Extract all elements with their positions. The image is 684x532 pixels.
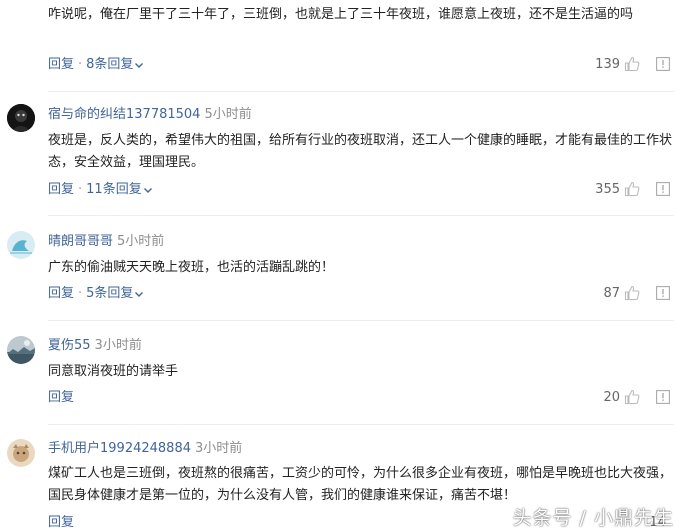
timestamp: 3小时前 [194, 441, 243, 456]
comment-stats: 20 [603, 388, 670, 406]
separator-dot: · [78, 57, 83, 72]
comment-meta: 宿与命的纠结137781504 5小时前 [48, 107, 252, 123]
divider [48, 215, 674, 216]
comment-text: 煤矿工人也是三班倒，夜班熬的很痛苦，工资少的可怜，为什么很多企业有夜班，哪怕是早… [48, 466, 673, 503]
comment-actions: 回复 · 5条回复 [48, 286, 144, 302]
reply-button[interactable]: 回复 [48, 57, 74, 72]
replies-count-label: 8条回复 [86, 57, 134, 72]
divider [48, 424, 674, 425]
reply-button[interactable]: 回复 [48, 390, 74, 405]
comment-text: 夜班是，反人类的，希望伟大的祖国，给所有行业的夜班取消，还工人一个健康的睡眠，才… [48, 133, 673, 170]
replies-count-label: 5条回复 [86, 286, 134, 301]
comment-meta: 夏伤55 3小时前 [48, 338, 142, 354]
avatar[interactable] [7, 104, 35, 132]
view-replies-button[interactable]: 5条回复 [86, 286, 144, 301]
username-link[interactable]: 宿与命的纠结137781504 [48, 107, 200, 122]
chevron-down-icon [135, 62, 144, 68]
comment-text: 广东的偷油贼天天晚上夜班，也活的活蹦乱跳的！ [48, 260, 335, 275]
comment-meta: 晴朗哥哥哥 5小时前 [48, 234, 164, 250]
thumbs-up-icon[interactable] [624, 181, 640, 197]
username-link[interactable]: 夏伤55 [48, 338, 91, 353]
comment-stats: 139 [595, 55, 670, 73]
comment-actions: 回复 [48, 390, 74, 406]
report-icon[interactable] [656, 390, 670, 404]
avatar[interactable] [7, 336, 35, 364]
thumbs-up-icon[interactable] [624, 285, 640, 301]
chevron-down-icon [143, 187, 152, 193]
divider [48, 91, 674, 92]
comment-stats: 355 [595, 180, 670, 198]
avatar[interactable] [7, 231, 35, 259]
thumbs-up-icon[interactable] [624, 56, 640, 72]
comment-text: 咋说呢，俺在厂里干了三十年了，三班倒，也就是上了三十年夜班，谁愿意上夜班，还不是… [48, 7, 634, 22]
view-replies-button[interactable]: 8条回复 [86, 57, 144, 72]
timestamp: 5小时前 [117, 234, 165, 249]
separator-dot: · [78, 286, 83, 301]
like-count: 355 [595, 181, 620, 197]
comment-actions: 回复 [48, 515, 74, 531]
thumbs-up-icon[interactable] [624, 389, 640, 405]
like-count: 20 [603, 389, 620, 405]
username-link[interactable]: 晴朗哥哥哥 [48, 234, 113, 249]
replies-count-label: 11条回复 [86, 182, 142, 197]
report-icon[interactable] [656, 57, 670, 71]
timestamp: 5小时前 [204, 107, 252, 122]
reply-button[interactable]: 回复 [48, 286, 74, 301]
report-icon[interactable] [656, 182, 670, 196]
reply-button[interactable]: 回复 [48, 515, 74, 530]
separator-dot: · [78, 182, 83, 197]
like-count: 87 [603, 285, 620, 301]
report-icon[interactable] [656, 286, 670, 300]
username-link[interactable]: 手机用户19924248884 [48, 441, 191, 456]
like-count: 139 [595, 56, 620, 72]
reply-button[interactable]: 回复 [48, 182, 74, 197]
comment-text: 同意取消夜班的请举手 [48, 364, 179, 379]
comment-actions: 回复 · 11条回复 [48, 182, 153, 198]
chevron-down-icon [135, 291, 144, 297]
view-replies-button[interactable]: 11条回复 [86, 182, 153, 197]
avatar[interactable] [7, 439, 35, 467]
comment-stats: 87 [603, 284, 670, 302]
timestamp: 3小时前 [94, 338, 142, 353]
comment-meta: 手机用户19924248884 3小时前 [48, 441, 242, 457]
divider [48, 320, 674, 321]
comment-actions: 回复 · 8条回复 [48, 57, 144, 73]
watermark: 头条号 / 小鼎先生 [512, 507, 674, 529]
